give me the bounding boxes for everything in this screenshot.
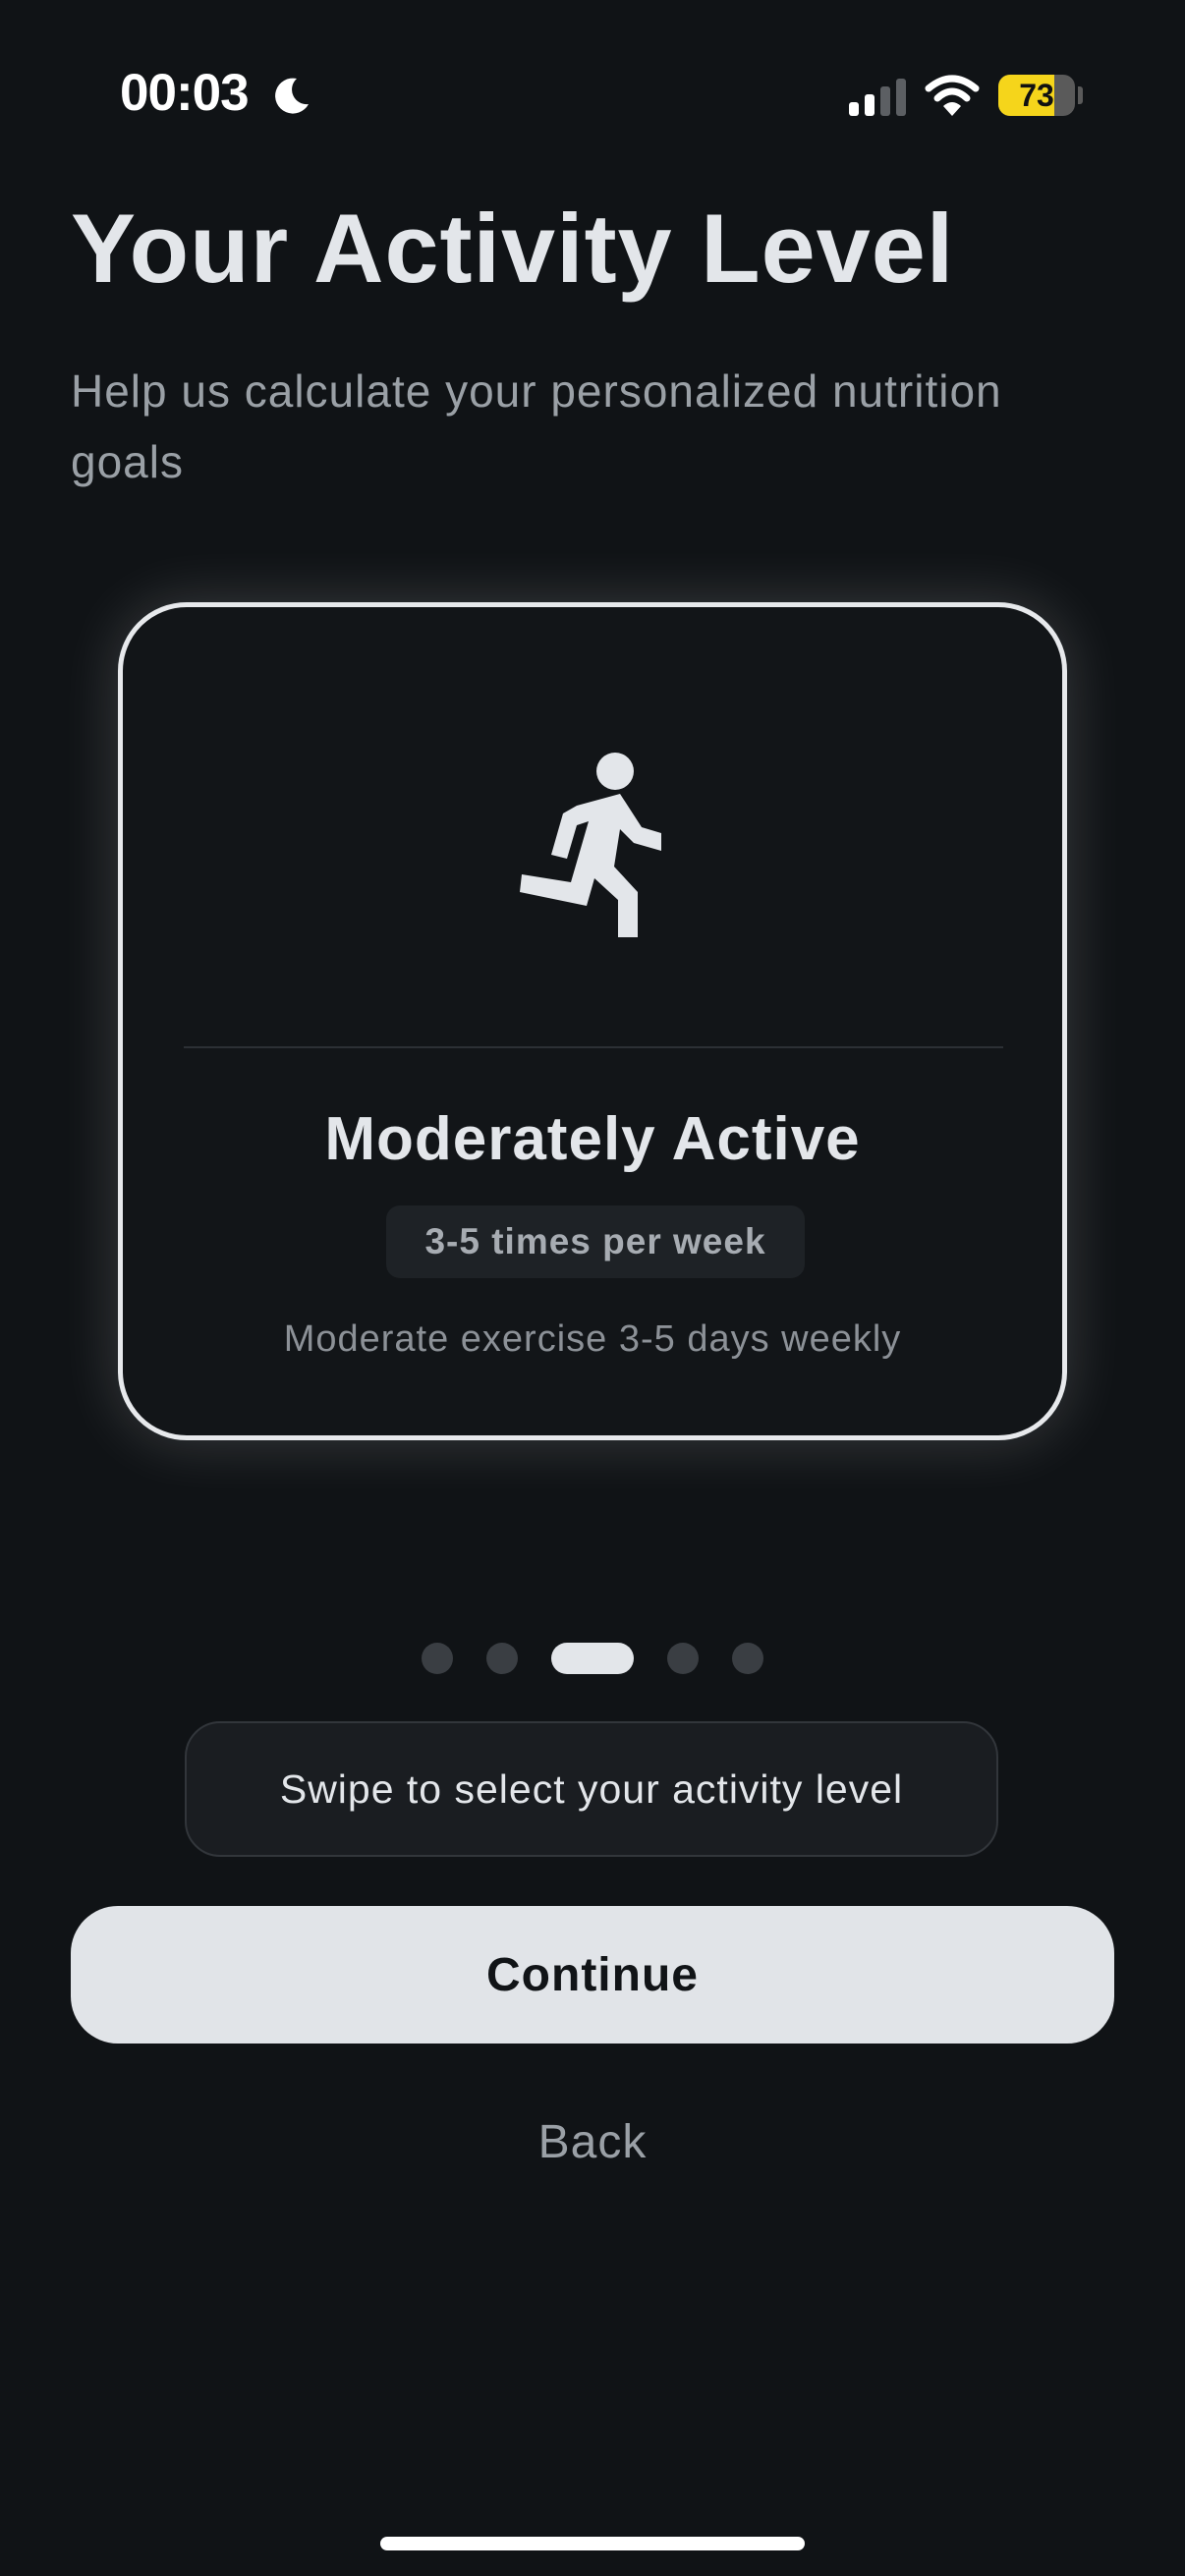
status-time: 00:03 <box>120 64 250 122</box>
home-indicator <box>380 2537 805 2550</box>
activity-level-title: Moderately Active <box>324 1105 861 1173</box>
pager-dot-active[interactable] <box>551 1643 634 1674</box>
activity-level-description: Moderate exercise 3-5 days weekly <box>283 1318 902 1360</box>
moon-icon <box>275 78 309 114</box>
pager-dots[interactable] <box>0 1643 1185 1674</box>
pager-dot[interactable] <box>422 1643 453 1674</box>
frequency-badge: 3-5 times per week <box>386 1205 805 1278</box>
card-divider <box>184 1046 1003 1048</box>
back-button[interactable]: Back <box>445 2102 740 2181</box>
battery-cap <box>1078 86 1083 104</box>
running-person-icon <box>520 753 661 937</box>
pager-dot[interactable] <box>486 1643 518 1674</box>
swipe-hint: Swipe to select your activity level <box>185 1721 998 1857</box>
activity-level-card[interactable]: Moderately Active 3-5 times per week Mod… <box>118 602 1067 1440</box>
battery-icon: 73 <box>998 75 1075 116</box>
status-bar: 00:03 73 <box>0 0 1185 196</box>
signal-icon <box>849 79 906 116</box>
battery-level: 73 <box>1019 78 1054 113</box>
page-title: Your Activity Level <box>71 194 955 303</box>
continue-button[interactable]: Continue <box>71 1906 1114 2044</box>
page-subtitle: Help us calculate your personalized nutr… <box>71 365 1002 487</box>
wifi-icon <box>925 75 980 116</box>
pager-dot[interactable] <box>732 1643 763 1674</box>
pager-dot[interactable] <box>667 1643 699 1674</box>
